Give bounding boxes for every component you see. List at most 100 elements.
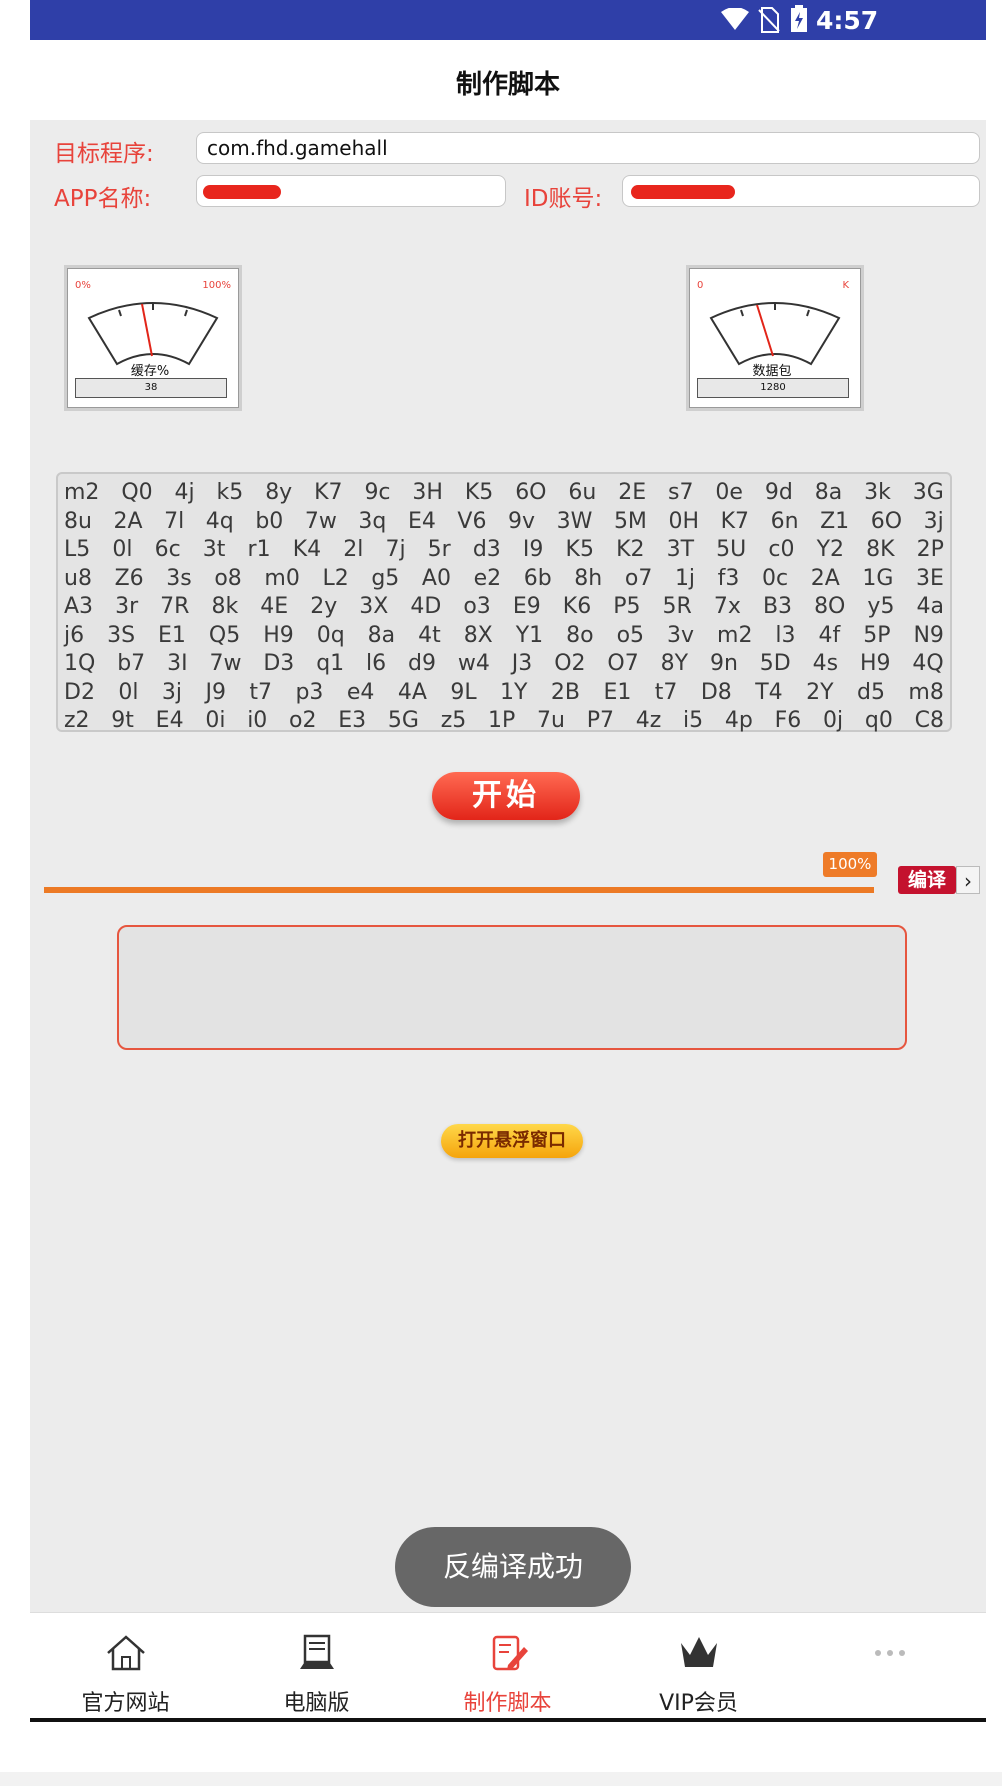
code-token: 9t — [111, 708, 134, 733]
progress-percent-badge: 100% — [823, 852, 877, 877]
code-token: 3j — [161, 679, 183, 705]
id-account-label: ID账号: — [524, 186, 603, 212]
code-token: e2 — [473, 565, 502, 591]
bottom-navigation: 官方网站 电脑版 制作脚本 VIP会员 — [30, 1612, 986, 1721]
code-token: A0 — [421, 565, 451, 591]
code-token: 3I — [167, 651, 188, 676]
code-row: 1Q b7 3I 7w D3 q1 l6 d9 w4 J3 O2 O7 8Y 9n 5D 4s H9 4Q — [58, 651, 950, 679]
code-token: 9d — [764, 480, 793, 505]
code-token: 1Q — [64, 651, 96, 676]
gauge-needle — [141, 303, 153, 357]
nav-label: VIP会员 — [659, 1691, 738, 1716]
code-token: 4t — [418, 622, 441, 648]
code-token: 8a — [367, 622, 396, 648]
code-token: 8O — [814, 594, 846, 619]
nav-item-official-site[interactable]: 官方网站 — [30, 1613, 221, 1721]
code-token: 7j — [385, 537, 406, 562]
code-token: L2 — [322, 565, 349, 591]
start-button[interactable]: 开始 — [432, 772, 580, 820]
code-token: 0j — [823, 708, 844, 733]
code-token: d9 — [408, 651, 437, 676]
nav-item-pc-version[interactable]: 电脑版 — [221, 1613, 412, 1721]
code-token: s7 — [668, 480, 694, 505]
code-row: L5 0l 6c 3t r1 K4 2l 7j 5r d3 I9 K5 K2 3T 5U c0 Y2 8K 2P — [58, 537, 950, 565]
code-token: 3q — [358, 508, 387, 534]
code-token: 4p — [724, 708, 753, 733]
code-token: Y1 — [515, 622, 544, 648]
code-token: 4A — [397, 679, 427, 705]
code-token: 7u — [537, 708, 565, 733]
code-token: 8a — [814, 480, 843, 505]
code-token: 4D — [410, 594, 442, 619]
chevron-right-icon[interactable]: › — [956, 866, 980, 894]
code-token: A3 — [64, 594, 94, 619]
code-token: 8X — [463, 622, 493, 648]
code-token: T4 — [755, 679, 783, 705]
gauge-min-label: 0% — [75, 280, 91, 291]
code-token: 2B — [550, 679, 581, 705]
code-token: o3 — [463, 594, 491, 619]
code-token: 8Y — [660, 651, 689, 676]
code-token: E4 — [407, 508, 436, 534]
code-token: y5 — [867, 594, 895, 619]
nav-label: 电脑版 — [283, 1691, 350, 1716]
code-token: 4a — [916, 594, 944, 619]
code-token: k5 — [216, 480, 244, 505]
output-text-box[interactable] — [117, 925, 907, 1050]
nav-label: 制作脚本 — [463, 1691, 552, 1716]
code-token: q0 — [864, 708, 893, 733]
script-code-box[interactable]: m2 Q0 4j k5 8y K7 9c 3H K5 6O 6u 2E s7 0e 9d 8a 3k 3G 8u 2A… — [56, 472, 952, 733]
nav-item-more[interactable] — [794, 1613, 985, 1721]
nav-item-make-script[interactable]: 制作脚本 — [412, 1613, 603, 1721]
code-token: z5 — [440, 708, 467, 733]
code-token: 5U — [716, 537, 747, 562]
code-token: C8 — [914, 708, 944, 733]
nav-item-vip[interactable]: VIP会员 — [603, 1613, 794, 1721]
packet-gauge: 0 K 数据包 1280 — [686, 265, 864, 411]
code-token: P7 — [586, 708, 614, 733]
status-bar: 4:57 — [30, 0, 986, 40]
code-token: c0 — [768, 537, 795, 562]
compile-button[interactable]: 编译 — [898, 866, 956, 894]
code-token: 3r — [115, 594, 139, 619]
code-token: 6u — [568, 480, 597, 505]
code-token: 5R — [662, 594, 692, 619]
app-header: 制作脚本 — [30, 40, 986, 120]
code-token: t7 — [654, 679, 678, 705]
gauge-title: 数据包 — [752, 364, 792, 379]
progress-bar — [44, 887, 874, 893]
code-token: 4j — [174, 480, 195, 505]
code-token: 3k — [864, 480, 891, 505]
code-token: 8u — [64, 508, 92, 534]
gauge-min-label: 0 — [697, 280, 704, 291]
code-token: 5M — [613, 508, 647, 534]
code-token: p3 — [295, 679, 324, 705]
code-token: Q0 — [121, 480, 153, 505]
code-token: K2 — [616, 537, 645, 562]
open-float-window-button[interactable]: 打开悬浮窗口 — [441, 1124, 583, 1158]
code-token: Z6 — [114, 565, 144, 591]
gauge-title: 缓存% — [130, 364, 170, 379]
code-token: u8 — [64, 565, 92, 591]
app-name-field[interactable] — [196, 175, 506, 207]
code-row: 8u 2A 7l 4q b0 7w 3q E4 V6 9v 3W 5M 0H K7 6n Z1 6O 3j — [58, 509, 950, 537]
code-token: m8 — [908, 679, 944, 705]
code-token: 2l — [343, 537, 364, 562]
code-token: 0i — [205, 708, 226, 733]
code-token: i5 — [683, 708, 704, 733]
code-token: H9 — [263, 622, 294, 648]
target-program-field[interactable]: com.fhd.gamehall — [196, 132, 980, 164]
code-token: 3T — [666, 537, 695, 562]
code-token: e4 — [346, 679, 375, 705]
code-token: 1P — [488, 708, 516, 733]
bottom-divider — [30, 1718, 986, 1722]
code-token: o7 — [624, 565, 653, 591]
code-token: 2A — [810, 565, 840, 591]
code-token: 1j — [674, 565, 696, 591]
id-account-field[interactable] — [622, 175, 980, 207]
code-token: 2Y — [806, 679, 834, 705]
code-token: z2 — [64, 708, 90, 733]
code-token: Y2 — [816, 537, 845, 562]
code-token: m2 — [717, 622, 753, 648]
code-token: 0H — [668, 508, 700, 534]
